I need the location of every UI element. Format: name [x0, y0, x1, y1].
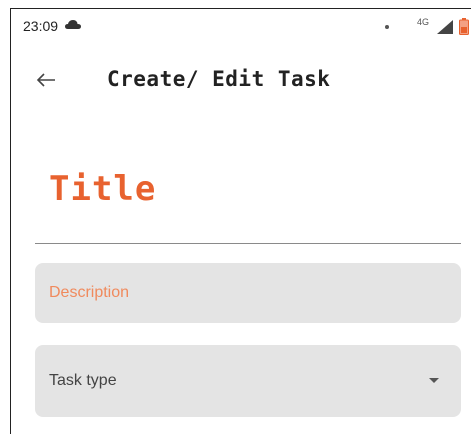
back-button[interactable] [31, 65, 61, 95]
chevron-down-icon [429, 378, 439, 383]
cloud-icon [65, 20, 81, 29]
app-bar: Create/ Edit Task [11, 61, 471, 101]
signal-icon [437, 20, 453, 34]
battery-icon [459, 18, 469, 35]
description-placeholder: Description [49, 284, 130, 301]
dot-icon [385, 25, 389, 29]
phone-screen: 23:09 4G Create/ Edit Task Title Descrip… [10, 8, 471, 434]
arrow-left-icon [36, 73, 55, 87]
task-type-label: Task type [49, 372, 117, 389]
status-icons: 4G [349, 17, 469, 35]
task-type-dropdown[interactable]: Task type [35, 345, 461, 417]
status-time: 23:09 [23, 18, 59, 34]
title-input-value: Title [49, 169, 157, 209]
network-label: 4G [416, 17, 429, 27]
title-input[interactable]: Title [35, 159, 461, 244]
page-title: Create/ Edit Task [107, 67, 331, 91]
status-bar: 23:09 4G [11, 9, 471, 41]
description-input[interactable]: Description [35, 263, 461, 323]
